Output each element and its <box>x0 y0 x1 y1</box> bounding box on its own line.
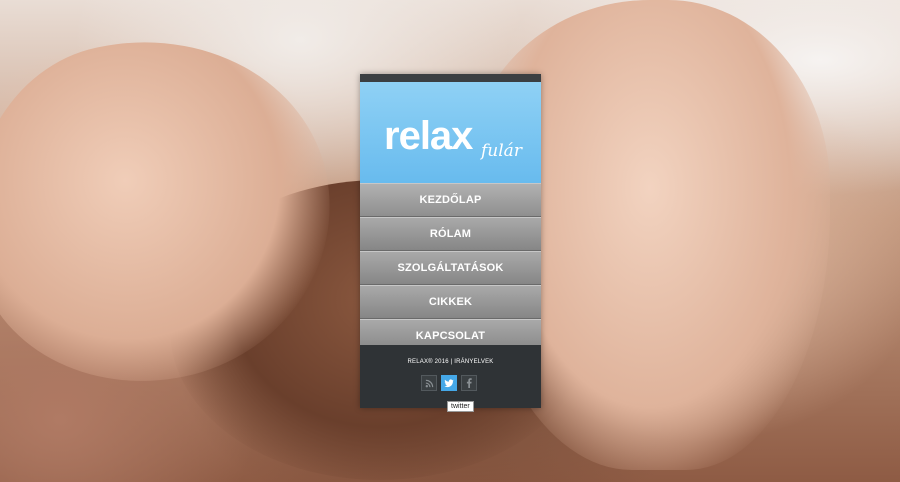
nav-item-kezdolap[interactable]: KEZDŐLAP <box>360 183 541 217</box>
twitter-icon[interactable] <box>441 375 457 391</box>
rss-icon[interactable] <box>421 375 437 391</box>
logo-header[interactable]: relax fulár <box>360 82 541 183</box>
facebook-icon[interactable] <box>461 375 477 391</box>
social-links <box>421 375 477 391</box>
nav-item-cikkek[interactable]: CIKKEK <box>360 285 541 319</box>
logo-main-text: relax <box>384 114 473 158</box>
footer-copyright: RELAX® 2016 | IRÁNYELVEK <box>407 359 494 365</box>
nav-item-rolam[interactable]: RÓLAM <box>360 217 541 251</box>
social-tooltip: twitter <box>447 401 474 412</box>
panel-footer: RELAX® 2016 | IRÁNYELVEK <box>360 345 541 408</box>
nav-item-szolgaltatasok[interactable]: SZOLGÁLTATÁSOK <box>360 251 541 285</box>
main-nav: KEZDŐLAP RÓLAM SZOLGÁLTATÁSOK CIKKEK KAP… <box>360 183 541 353</box>
panel-top-bar <box>360 74 541 82</box>
logo-sub-text: fulár <box>481 141 522 161</box>
menu-panel: relax fulár KEZDŐLAP RÓLAM SZOLGÁLTATÁSO… <box>360 74 541 408</box>
